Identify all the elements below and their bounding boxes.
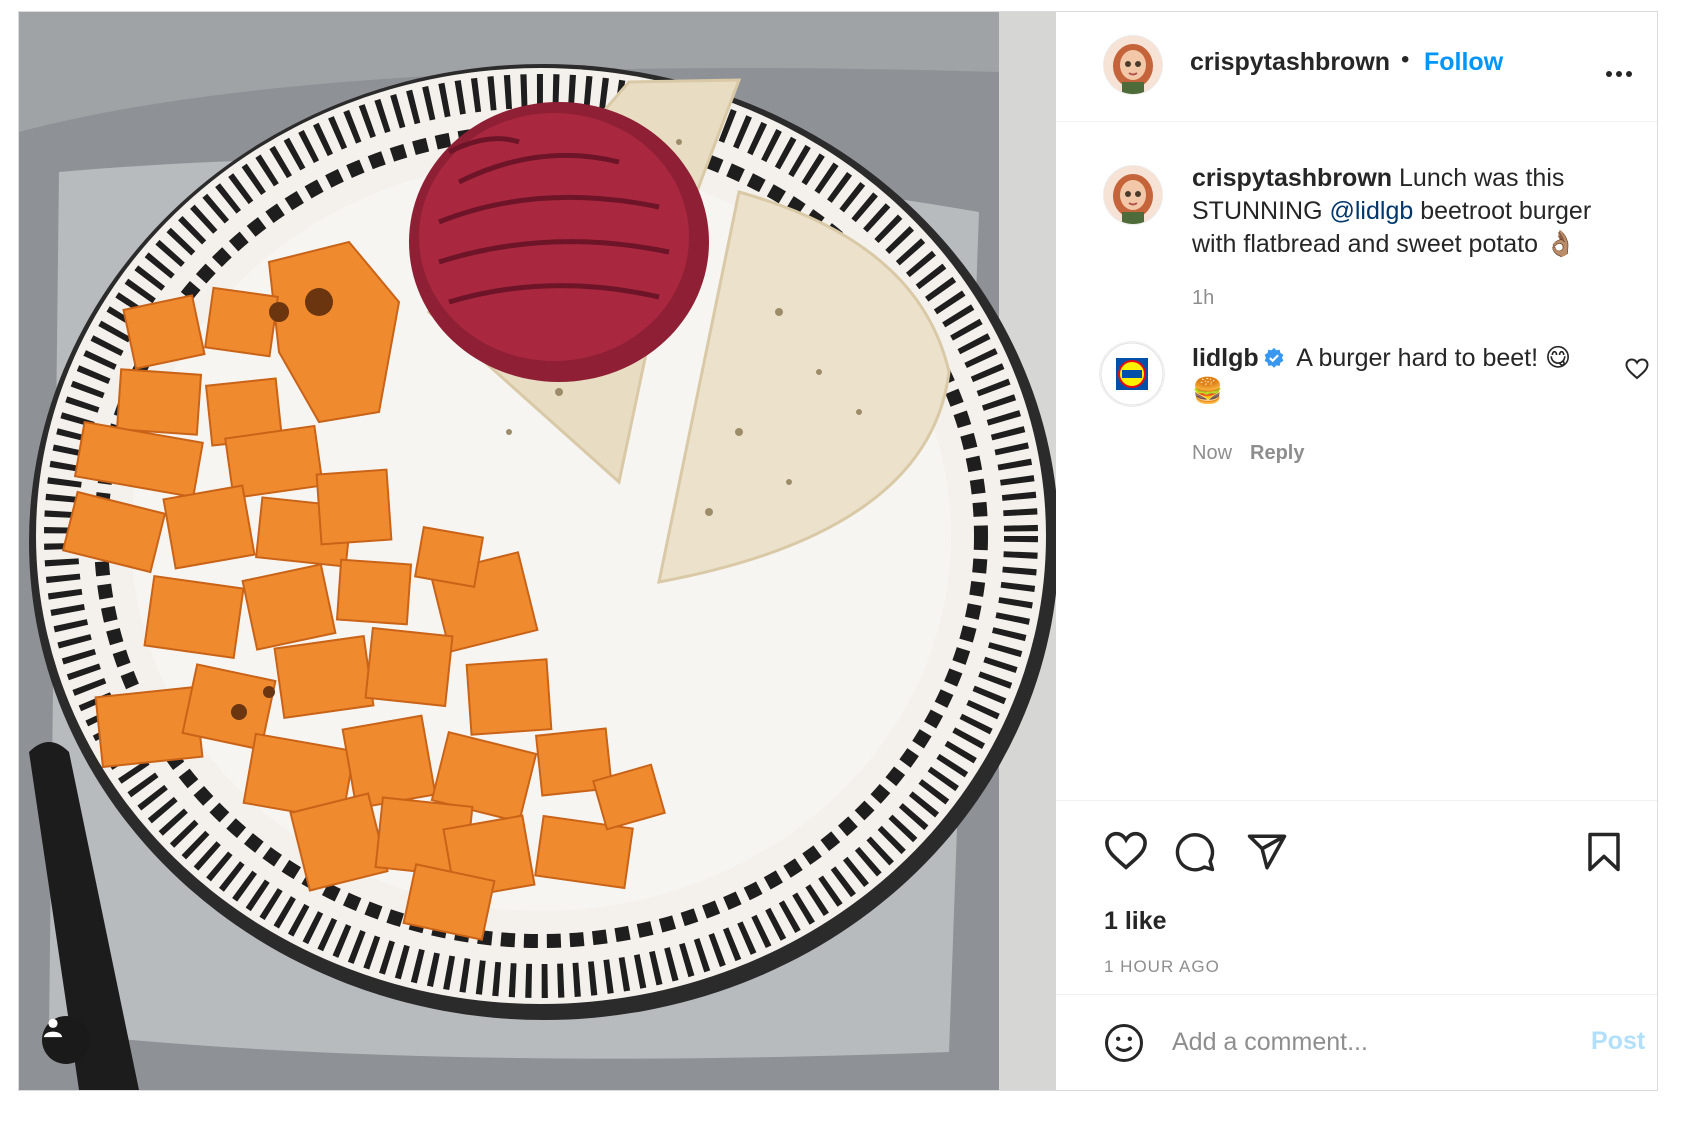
user-tag-icon xyxy=(43,1018,63,1038)
post-caption: crispytashbrown Lunch was this STUNNING … xyxy=(1192,162,1612,261)
lidl-logo-icon xyxy=(1100,342,1164,406)
like-button[interactable] xyxy=(1104,831,1148,876)
comment-time[interactable]: Now xyxy=(1192,442,1232,464)
caption-mention-link[interactable]: @lidlgb xyxy=(1330,197,1414,225)
avatar-illustration xyxy=(1104,166,1162,224)
paper-plane-icon xyxy=(1247,834,1287,870)
post-comment-button[interactable]: Post xyxy=(1591,1027,1645,1056)
comment-icon xyxy=(1175,832,1215,872)
post-timestamp[interactable]: 1 HOUR AGO xyxy=(1104,957,1220,977)
heart-icon xyxy=(1105,831,1147,870)
follow-button[interactable]: Follow xyxy=(1424,48,1503,77)
post-photo[interactable] xyxy=(19,12,1056,1090)
post-sidebar: crispytashbrown • Follow crispytashbrown… xyxy=(1056,12,1657,1090)
post-actions: 1 like 1 HOUR AGO xyxy=(1056,800,1657,992)
verified-badge-icon xyxy=(1264,347,1284,368)
author-avatar[interactable] xyxy=(1104,36,1162,94)
comment-like-button[interactable] xyxy=(1625,358,1649,385)
food-plate-illustration xyxy=(19,12,1056,1090)
caption-username[interactable]: crispytashbrown xyxy=(1192,164,1392,192)
share-button[interactable] xyxy=(1246,831,1288,878)
likes-count[interactable]: 1 like xyxy=(1104,907,1167,936)
emoji-picker-button[interactable] xyxy=(1104,1023,1144,1068)
comment-avatar-lidl[interactable] xyxy=(1100,342,1164,406)
header-separator: • xyxy=(1401,46,1410,73)
avatar-illustration xyxy=(1104,36,1162,94)
comment-button[interactable] xyxy=(1174,831,1216,878)
heart-icon xyxy=(1625,358,1649,380)
post-header: crispytashbrown • Follow xyxy=(1056,12,1657,122)
more-options-icon[interactable] xyxy=(1606,64,1636,82)
comment-composer: Post xyxy=(1056,994,1657,1090)
caption-avatar[interactable] xyxy=(1104,166,1162,224)
caption-timestamp[interactable]: 1h xyxy=(1192,287,1214,310)
save-button[interactable] xyxy=(1586,831,1622,878)
emoji-smile-icon xyxy=(1105,1024,1143,1062)
comment-input[interactable] xyxy=(1170,1019,1554,1065)
comment-reply-button[interactable]: Reply xyxy=(1250,442,1304,464)
author-username[interactable]: crispytashbrown xyxy=(1190,48,1390,77)
comment-meta: Now Reply xyxy=(1192,442,1304,465)
comment-item: lidlgb A burger hard to beet! 😋🍔 xyxy=(1192,342,1582,408)
tagged-users-button[interactable] xyxy=(42,1016,90,1064)
bookmark-icon xyxy=(1588,832,1620,872)
comment-username[interactable]: lidlgb xyxy=(1192,344,1259,372)
instagram-post: crispytashbrown • Follow crispytashbrown… xyxy=(18,11,1658,1091)
